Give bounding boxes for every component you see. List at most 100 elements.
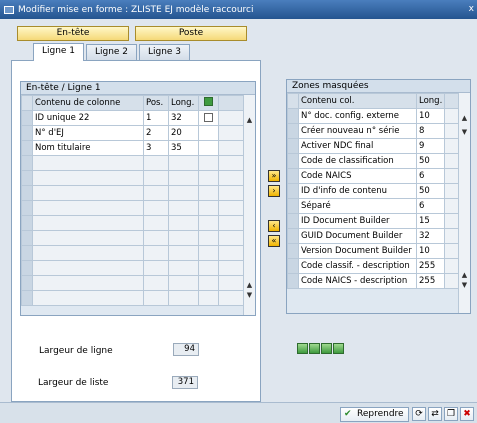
scroll-up-icon[interactable]: ▲ xyxy=(244,115,255,125)
empty-cell[interactable] xyxy=(32,230,144,246)
row-selector[interactable] xyxy=(21,275,33,291)
move-left-icon[interactable]: ‹ xyxy=(268,220,280,232)
hidden-field-name-cell[interactable]: Code classif. - description xyxy=(298,258,417,274)
empty-cell[interactable] xyxy=(143,245,169,261)
empty-cell[interactable] xyxy=(32,215,144,231)
column-header-content[interactable]: Contenu col. xyxy=(298,93,417,109)
column-header-content[interactable]: Contenu de colonne xyxy=(32,95,144,111)
scroll-up-bottom-icon[interactable]: ▲ xyxy=(244,280,255,290)
hidden-field-name-cell[interactable]: Code de classification xyxy=(298,153,417,169)
empty-cell[interactable] xyxy=(143,170,169,186)
column-content-cell[interactable]: N° d'EJ xyxy=(32,125,144,141)
table-row[interactable]: Code NAICS - description 255 xyxy=(287,273,460,289)
hidden-field-length-cell[interactable]: 255 xyxy=(416,258,445,274)
tab-ligne-3[interactable]: Ligne 3 xyxy=(139,44,190,60)
empty-cell[interactable] xyxy=(168,275,199,291)
hidden-field-name-cell[interactable]: Version Document Builder xyxy=(298,243,417,259)
empty-table-row[interactable] xyxy=(21,215,245,231)
hidden-field-name-cell[interactable]: N° doc. config. externe xyxy=(298,108,417,124)
sort-ascending-icon[interactable] xyxy=(297,343,308,354)
hidden-field-length-cell[interactable]: 10 xyxy=(416,243,445,259)
row-selector[interactable] xyxy=(21,125,33,141)
empty-cell[interactable] xyxy=(198,230,219,246)
refresh-icon[interactable]: ⟳ xyxy=(412,407,426,421)
hidden-field-name-cell[interactable]: ID d'info de contenu xyxy=(298,183,417,199)
length-cell[interactable]: 35 xyxy=(168,140,199,156)
position-cell[interactable]: 2 xyxy=(143,125,169,141)
column-header-len[interactable]: Long. xyxy=(168,95,199,111)
filter-icon[interactable] xyxy=(309,343,320,354)
tab-ligne-1[interactable]: Ligne 1 xyxy=(33,43,84,61)
empty-cell[interactable] xyxy=(168,200,199,216)
row-selector[interactable] xyxy=(287,243,299,259)
row-selector[interactable] xyxy=(287,153,299,169)
empty-cell[interactable] xyxy=(168,245,199,261)
table-row[interactable]: N° doc. config. externe 10 xyxy=(287,108,460,124)
position-cell[interactable]: 3 xyxy=(143,140,169,156)
row-selector[interactable] xyxy=(287,123,299,139)
empty-cell[interactable] xyxy=(198,170,219,186)
row-selector[interactable] xyxy=(287,108,299,124)
hidden-field-length-cell[interactable]: 10 xyxy=(416,108,445,124)
empty-cell[interactable] xyxy=(32,275,144,291)
hidden-field-length-cell[interactable]: 6 xyxy=(416,198,445,214)
copy-icon[interactable]: ❐ xyxy=(444,407,458,421)
row-select-header[interactable] xyxy=(21,95,33,111)
position-cell[interactable]: 1 xyxy=(143,110,169,126)
empty-cell[interactable] xyxy=(198,290,219,306)
empty-cell[interactable] xyxy=(32,260,144,276)
hidden-field-name-cell[interactable]: Séparé xyxy=(298,198,417,214)
item-button[interactable]: Poste xyxy=(135,26,247,41)
move-all-left-icon[interactable]: « xyxy=(268,235,280,247)
empty-cell[interactable] xyxy=(143,185,169,201)
hidden-field-length-cell[interactable]: 6 xyxy=(416,168,445,184)
empty-cell[interactable] xyxy=(143,215,169,231)
hidden-field-name-cell[interactable]: ID Document Builder xyxy=(298,213,417,229)
swap-icon[interactable]: ⇄ xyxy=(428,407,442,421)
row-selector[interactable] xyxy=(21,230,33,246)
empty-cell[interactable] xyxy=(143,275,169,291)
row-selector[interactable] xyxy=(21,155,33,171)
empty-cell[interactable] xyxy=(168,230,199,246)
table-row[interactable]: Séparé 6 xyxy=(287,198,460,214)
empty-cell[interactable] xyxy=(32,200,144,216)
confirm-button[interactable]: ✔ Reprendre xyxy=(340,407,409,422)
empty-cell[interactable] xyxy=(143,290,169,306)
row-selector[interactable] xyxy=(21,260,33,276)
length-cell[interactable]: 20 xyxy=(168,125,199,141)
empty-cell[interactable] xyxy=(32,185,144,201)
empty-cell[interactable] xyxy=(198,200,219,216)
row-selector[interactable] xyxy=(21,170,33,186)
empty-cell[interactable] xyxy=(198,185,219,201)
left-table-scrollbar[interactable]: ▲ ▲ ▼ xyxy=(243,95,255,315)
table-row[interactable]: Code de classification 50 xyxy=(287,153,460,169)
header-button[interactable]: En-tête xyxy=(17,26,129,41)
empty-cell[interactable] xyxy=(168,290,199,306)
empty-cell[interactable] xyxy=(143,200,169,216)
table-row[interactable]: ID Document Builder 15 xyxy=(287,213,460,229)
hidden-field-name-cell[interactable]: GUID Document Builder xyxy=(298,228,417,244)
empty-cell[interactable] xyxy=(32,245,144,261)
hidden-field-length-cell[interactable]: 9 xyxy=(416,138,445,154)
hidden-field-name-cell[interactable]: Créer nouveau n° série xyxy=(298,123,417,139)
checkbox[interactable] xyxy=(204,113,213,122)
column-header-pos[interactable]: Pos. xyxy=(143,95,169,111)
empty-cell[interactable] xyxy=(168,215,199,231)
empty-table-row[interactable] xyxy=(21,290,245,306)
table-row[interactable]: Code classif. - description 255 xyxy=(287,258,460,274)
find-icon[interactable] xyxy=(321,343,332,354)
length-cell[interactable]: 32 xyxy=(168,110,199,126)
empty-table-row[interactable] xyxy=(21,155,245,171)
row-selector[interactable] xyxy=(287,273,299,289)
row-selector[interactable] xyxy=(21,185,33,201)
hidden-field-length-cell[interactable]: 50 xyxy=(416,183,445,199)
move-right-icon[interactable]: › xyxy=(268,185,280,197)
row-checkbox[interactable] xyxy=(198,110,219,126)
table-row[interactable]: ID d'info de contenu 50 xyxy=(287,183,460,199)
row-select-header[interactable] xyxy=(287,93,299,109)
empty-cell[interactable] xyxy=(168,170,199,186)
table-row[interactable]: Créer nouveau n° série 8 xyxy=(287,123,460,139)
close-icon[interactable]: x xyxy=(469,4,474,14)
hidden-field-name-cell[interactable]: Activer NDC final xyxy=(298,138,417,154)
empty-table-row[interactable] xyxy=(21,170,245,186)
